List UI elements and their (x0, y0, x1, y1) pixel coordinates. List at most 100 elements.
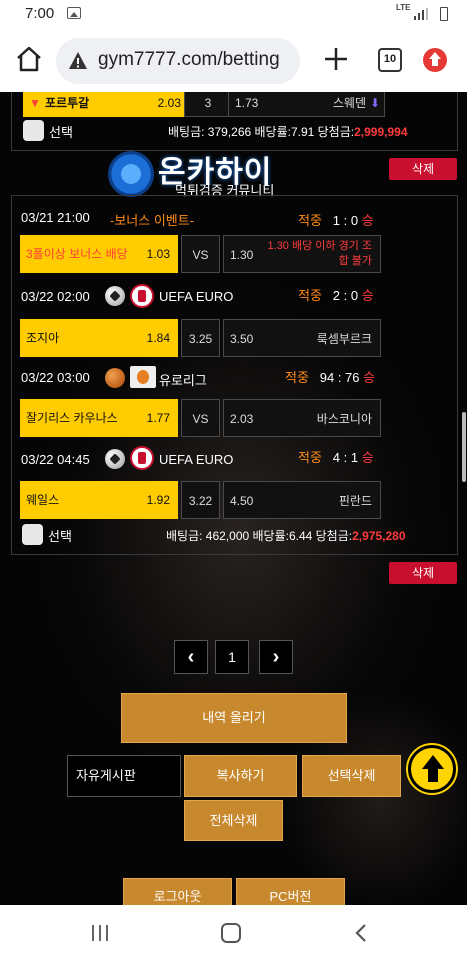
payout-amount: 2,975,280 (352, 529, 406, 543)
match-score: 4 : 1 (332, 450, 359, 465)
select-checkbox[interactable] (23, 120, 44, 141)
home-team-name: 3폴이상 보너스 배당 (26, 247, 128, 261)
battery-icon (440, 7, 448, 21)
away-team-name: 바스코니아 (316, 412, 372, 426)
back-chevron-icon[interactable] (354, 923, 368, 943)
away-team-name: 핀란드 (338, 494, 372, 508)
delete-selected-button[interactable]: 선택삭제 (302, 755, 401, 797)
match-result: 적중 1 : 0 승 (298, 210, 374, 229)
match-score: 1 : 0 (332, 213, 359, 228)
away-team-name: 1.30 배당 이하 경기 조합 불가 (267, 240, 372, 267)
match-league: UEFA EURO (159, 289, 234, 304)
warning-icon[interactable] (68, 51, 88, 71)
home-team-cell[interactable]: ▼ 포르투갈 2.03 (23, 92, 189, 117)
recent-apps-icon[interactable] (92, 925, 110, 941)
summary-prefix: 배팅금: 462,000 배당률:6.44 당첨금: (166, 529, 353, 543)
away-odds: 1.73 (235, 96, 259, 110)
home-team-name: 웨일스 (26, 493, 60, 507)
summary-text: 배팅금: 379,266 배당률:7.91 당첨금:2,999,994 (168, 123, 408, 140)
match-outcome: 승 (361, 288, 374, 303)
scroll-to-top-arrow-icon[interactable] (408, 745, 456, 793)
home-icon[interactable] (14, 44, 44, 74)
match-result: 적중 94 : 76 승 (285, 367, 375, 386)
select-checkbox[interactable] (22, 524, 43, 545)
home-odds: 1.92 (146, 493, 170, 507)
url-text[interactable]: gym7777.com/betting (98, 49, 280, 71)
network-type: LTE (396, 3, 411, 12)
match-time: 03/22 02:00 (21, 289, 90, 304)
euroleague-logo-icon (130, 366, 156, 388)
down-arrow-icon: ⬇ (369, 96, 380, 110)
delete-all-button[interactable]: 전체삭제 (184, 800, 283, 841)
select-label: 선택 (49, 125, 73, 140)
update-arrow-icon[interactable] (423, 48, 447, 72)
draw-cell[interactable]: 3.25 (181, 319, 220, 357)
away-team-cell[interactable]: 4.50 핀란드 (223, 481, 381, 519)
draw-cell[interactable]: VS (181, 235, 220, 273)
home-odds: 1.84 (146, 331, 170, 345)
new-tab-plus-icon[interactable] (322, 45, 350, 73)
result-label: 적중 (298, 213, 322, 228)
summary-prefix: 배팅금: 379,266 배당률:7.91 당첨금: (168, 125, 355, 139)
logout-button[interactable]: 로그아웃 (123, 878, 232, 905)
prev-page-button[interactable]: ‹ (174, 640, 208, 674)
away-team-cell[interactable]: 2.03 바스코니아 (223, 399, 381, 437)
away-team-name: 스웨덴 (332, 96, 366, 110)
copy-button[interactable]: 복사하기 (184, 755, 297, 797)
match-league: UEFA EURO (159, 452, 234, 467)
draw-value: VS (192, 248, 209, 262)
away-team-name: 룩셈부르크 (316, 332, 372, 346)
match-league: 유로리그 (159, 373, 207, 388)
away-team-cell[interactable]: 3.50 룩셈부르크 (223, 319, 381, 357)
draw-value: 3.25 (188, 332, 213, 346)
scrollbar[interactable] (462, 412, 466, 482)
next-page-button[interactable]: › (259, 640, 293, 674)
home-nav-icon[interactable] (221, 923, 241, 943)
soccer-ball-icon (105, 286, 125, 306)
match-result: 적중 2 : 0 승 (298, 285, 374, 304)
away-odds: 1.30 (230, 248, 254, 262)
page-content: ▼ 포르투갈 2.03 3 1.73 스웨덴 ⬇ 선택 배팅금: 379,266… (0, 92, 467, 905)
flag-icon: ▼ (29, 96, 41, 110)
match-outcome: 승 (361, 213, 374, 228)
match-time: 03/22 03:00 (21, 370, 90, 385)
status-time: 7:00 (25, 5, 55, 22)
match-time: 03/21 21:00 (21, 210, 90, 225)
delete-button[interactable]: 삭제 (389, 562, 457, 584)
away-team-cell[interactable]: 1.30 1.30 배당 이하 경기 조합 불가 (223, 235, 381, 273)
draw-cell[interactable]: 3 (184, 92, 232, 117)
draw-value: VS (192, 412, 209, 426)
home-odds: 1.03 (146, 247, 170, 261)
draw-cell[interactable]: VS (181, 399, 220, 437)
draw-value: 3.22 (188, 494, 213, 508)
page-number-button[interactable]: 1 (215, 640, 249, 674)
home-team-name: 잘기리스 카우나스 (26, 411, 118, 425)
draw-cell[interactable]: 3.22 (181, 481, 220, 519)
home-odds: 2.03 (157, 96, 181, 110)
result-label: 적중 (285, 370, 309, 385)
uefa-euro-logo-icon (130, 446, 154, 470)
home-team-cell[interactable]: 3폴이상 보너스 배당 1.03 (20, 235, 178, 273)
signal-icon (414, 8, 428, 20)
soccer-ball-icon (105, 449, 125, 469)
home-odds: 1.77 (146, 411, 170, 425)
home-team-name: 포르투갈 (45, 96, 90, 110)
match-result: 적중 4 : 1 승 (298, 447, 374, 466)
basketball-icon (105, 368, 125, 388)
match-score: 94 : 76 (319, 370, 360, 385)
tab-switcher-button[interactable]: 10 (378, 48, 402, 72)
delete-button[interactable]: 삭제 (389, 158, 457, 180)
board-select[interactable]: 자유게시판 (67, 755, 181, 797)
home-team-cell[interactable]: 잘기리스 카우나스 1.77 (20, 399, 178, 437)
upload-history-button[interactable]: 내역 올리기 (121, 693, 347, 743)
pc-version-button[interactable]: PC버전 (236, 878, 345, 905)
match-outcome: 승 (361, 450, 374, 465)
address-bar[interactable]: gym7777.com/betting (56, 38, 300, 84)
home-team-cell[interactable]: 조지아 1.84 (20, 319, 178, 357)
casino-chip-logo-icon (108, 151, 154, 197)
system-navigation-bar (0, 905, 467, 960)
match-time: 03/22 04:45 (21, 452, 90, 467)
away-odds: 2.03 (230, 412, 254, 426)
away-team-cell[interactable]: 1.73 스웨덴 ⬇ (228, 92, 385, 117)
home-team-cell[interactable]: 웨일스 1.92 (20, 481, 178, 519)
